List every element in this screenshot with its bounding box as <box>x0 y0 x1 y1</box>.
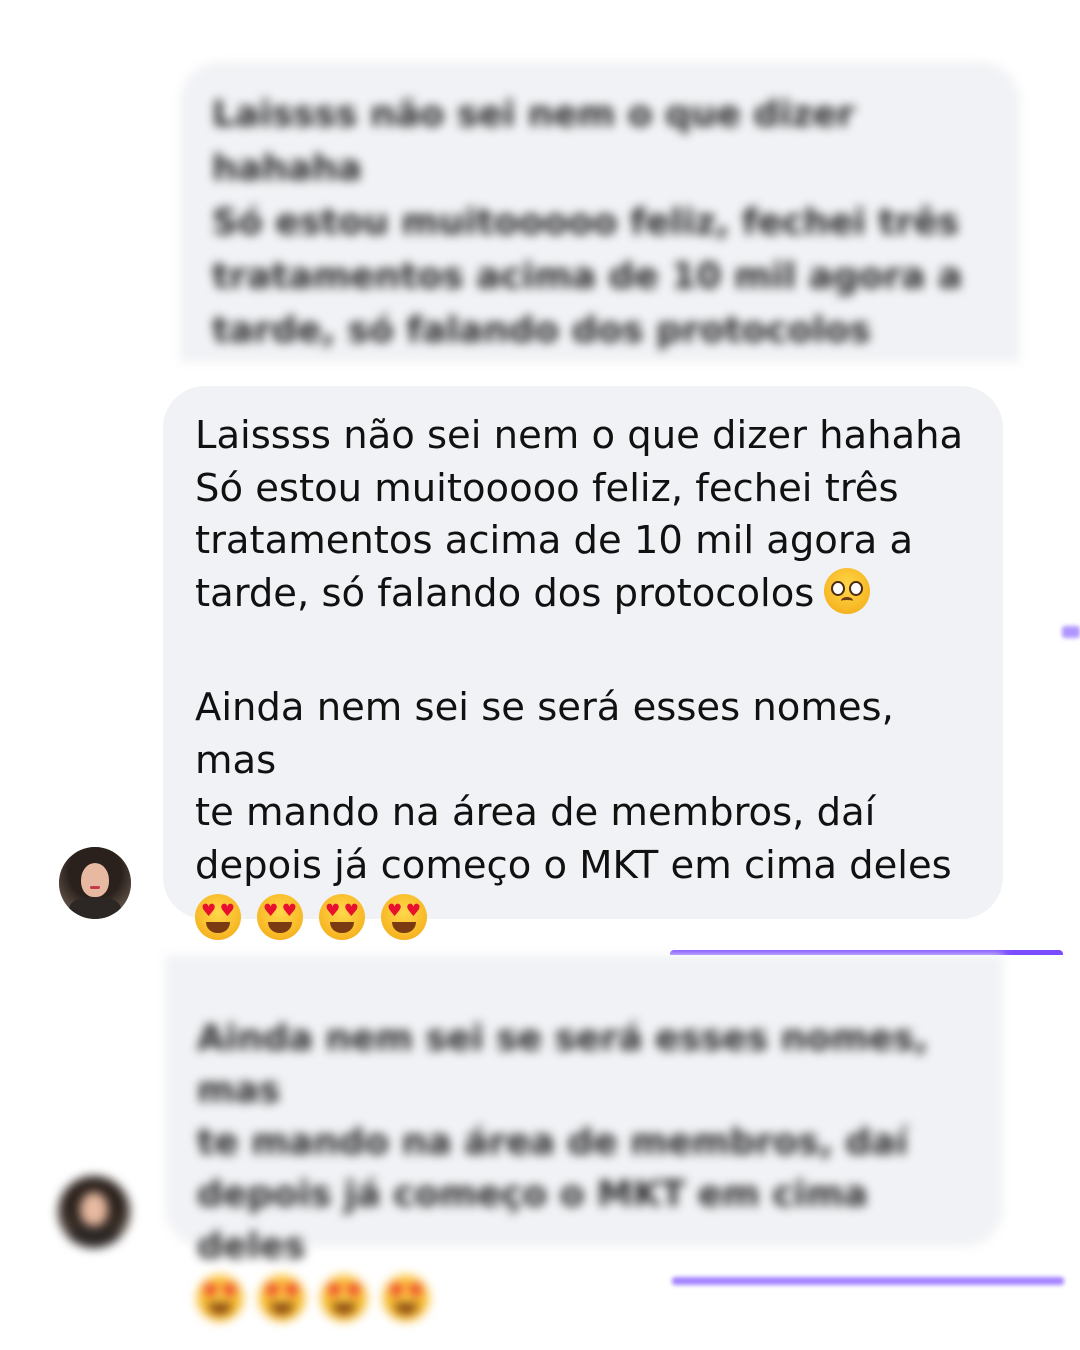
blurred-message-text: Laissss não sei nem o que dizer hahaha S… <box>212 94 963 351</box>
accent-bar-blurred <box>672 1277 1064 1285</box>
chat-screenshot: Laissss não sei nem o que dizer hahaha S… <box>0 0 1080 1350</box>
accent-bar-edge <box>1062 626 1080 638</box>
emoji-row: ♥ ♥ ♥ ♥ ♥ ♥ ♥ ♥ <box>195 894 973 940</box>
blurred-message-bubble-top: Laissss não sei nem o que dizer hahaha S… <box>180 62 1020 362</box>
heart-eyes-icon: ♥ ♥ <box>319 894 365 940</box>
blurred-message-text: Ainda nem sei se será esses nomes, mas t… <box>197 1018 929 1267</box>
main-message-bubble[interactable]: Laissss não sei nem o que dizer hahaha S… <box>163 386 1003 940</box>
heart-eyes-icon: ♥ ♥ <box>381 894 427 940</box>
message-paragraph-2: Ainda nem sei se será esses nomes, mas t… <box>195 685 952 888</box>
heart-eyes-icon: ♥ ♥ <box>321 1275 367 1321</box>
avatar[interactable] <box>59 847 131 919</box>
avatar-blurred <box>58 1176 130 1248</box>
heart-eyes-icon: ♥ ♥ <box>383 1275 429 1321</box>
heart-eyes-icon: ♥ ♥ <box>259 1275 305 1321</box>
heart-eyes-icon: ♥ ♥ <box>195 894 241 940</box>
heart-eyes-icon: ♥ ♥ <box>197 1275 243 1321</box>
message-paragraph-1: Laissss não sei nem o que dizer hahaha S… <box>195 410 973 620</box>
heart-eyes-icon: ♥ ♥ <box>257 894 303 940</box>
blurred-message-bubble-bottom: Ainda nem sei se será esses nomes, mas t… <box>165 955 1003 1321</box>
pleading-face-icon <box>824 567 871 614</box>
